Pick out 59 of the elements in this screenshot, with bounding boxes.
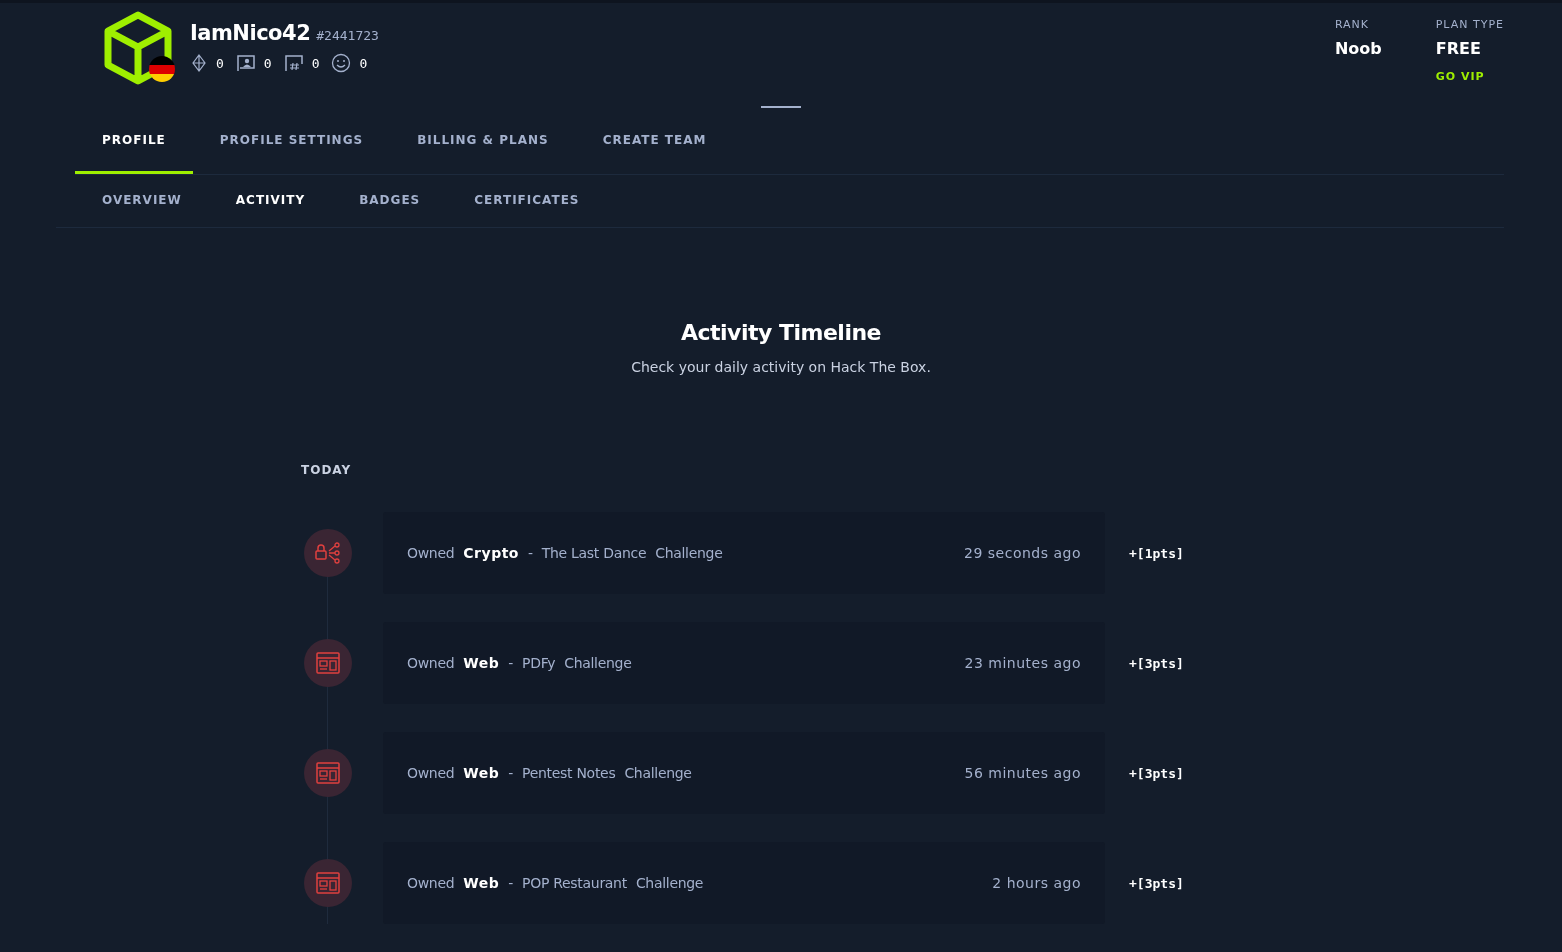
plan-type-label: PLAN TYPE — [1435, 18, 1504, 31]
profile-tab[interactable]: BILLING & PLANS — [390, 108, 576, 174]
points-earned: +[3pts] — [1129, 765, 1184, 781]
challenge-name: The Last Dance — [541, 545, 647, 561]
stat-value: 0 — [263, 55, 272, 71]
challenge-name: Pentest Notes — [522, 765, 616, 781]
section-tab[interactable]: OVERVIEW — [75, 175, 209, 227]
points-earned: +[3pts] — [1129, 875, 1184, 891]
points-earned: +[1pts] — [1129, 545, 1184, 561]
activity-category: Web — [463, 765, 500, 781]
activity-category: Web — [463, 875, 500, 891]
activity-type: Challenge — [624, 765, 692, 781]
browser-window-icon — [316, 872, 340, 894]
rank-label: RANK — [1334, 18, 1371, 31]
section-tab[interactable]: BADGES — [332, 175, 448, 227]
profile-tab[interactable]: CREATE TEAM — [575, 108, 734, 174]
activity-time: 2 hours ago — [992, 875, 1081, 891]
activity-type: Challenge — [635, 875, 704, 891]
browser-window-icon — [316, 652, 340, 674]
timeline-subtitle: Check your daily activity on Hack The Box. — [631, 359, 931, 375]
section-tab[interactable]: CERTIFICATES — [447, 175, 607, 227]
plan-type-value: FREE — [1435, 39, 1482, 58]
challenge-name: POP Restaurant — [522, 875, 627, 891]
activity-verb: Owned — [407, 545, 455, 561]
activity-verb: Owned — [407, 875, 455, 891]
hash-flag-icon — [283, 54, 304, 72]
username: IamNico42 — [190, 21, 311, 45]
activity-type: Challenge — [655, 545, 723, 561]
section-tab[interactable]: ACTIVITY — [208, 175, 333, 227]
rank-value: Noob — [1334, 39, 1382, 58]
go-vip-link[interactable]: GO VIP — [1435, 70, 1504, 83]
stat-value: 0 — [216, 55, 224, 71]
profile-tab[interactable]: PROFILE SETTINGS — [192, 108, 391, 174]
stat-value: 0 — [359, 55, 368, 71]
lock-network-icon — [315, 542, 341, 564]
points-earned: +[3pts] — [1129, 655, 1184, 671]
timeline-title: Activity Timeline — [680, 320, 882, 345]
activity-separator: - — [508, 765, 514, 781]
diamond-icon — [190, 54, 208, 72]
profile-tab[interactable]: PROFILE — [75, 108, 193, 174]
user-id: #2441723 — [316, 28, 379, 43]
activity-time: 56 minutes ago — [964, 765, 1081, 781]
date-group-label: TODAY — [301, 463, 353, 477]
smiley-icon — [331, 53, 352, 73]
activity-separator: - — [508, 655, 514, 671]
stat-value: 0 — [311, 55, 320, 71]
challenge-name: PDFy — [522, 655, 556, 671]
activity-verb: Owned — [407, 765, 455, 781]
activity-verb: Owned — [407, 655, 455, 671]
activity-time: 23 minutes ago — [964, 655, 1081, 671]
activity-separator: - — [508, 875, 514, 891]
browser-window-icon — [316, 762, 340, 784]
cube-logo-icon — [104, 11, 176, 85]
activity-category: Web — [463, 655, 500, 671]
activity-time: 29 seconds ago — [964, 545, 1081, 561]
user-flag-icon — [235, 54, 256, 72]
activity-category: Crypto — [463, 545, 519, 561]
activity-separator: - — [528, 545, 533, 561]
activity-type: Challenge — [564, 655, 632, 671]
